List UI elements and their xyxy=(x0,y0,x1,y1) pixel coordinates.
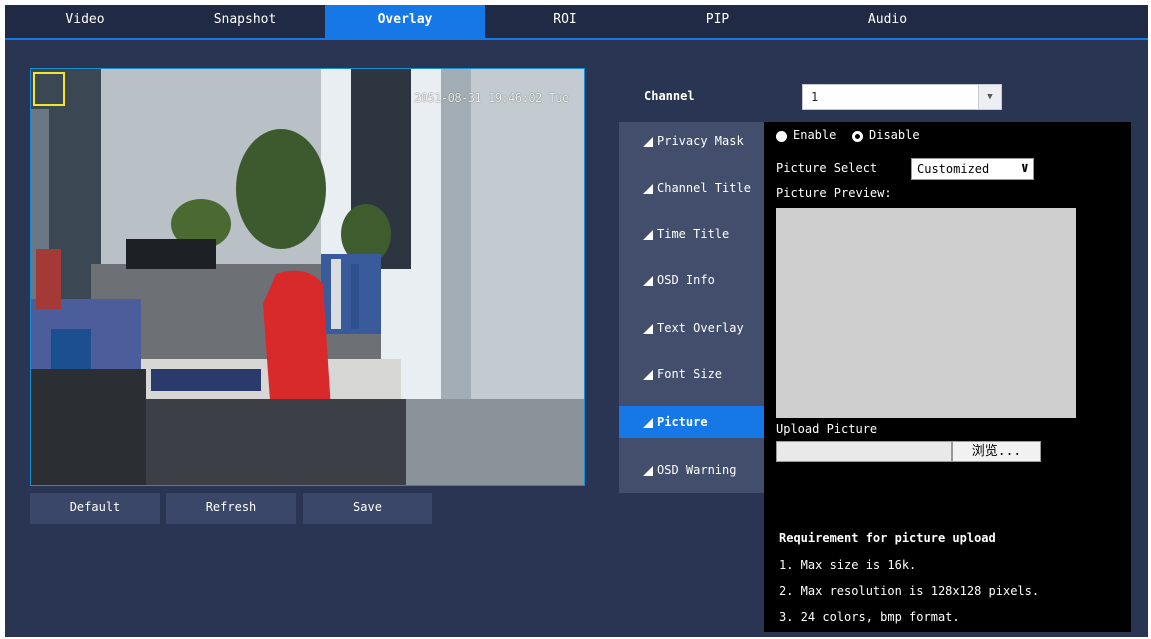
tab-overlay[interactable]: Overlay xyxy=(325,5,485,38)
menu-item-label: Picture xyxy=(657,415,708,429)
app-window: Video Snapshot Overlay ROI PIP Audio 205… xyxy=(5,5,1148,637)
upload-picture-label: Upload Picture xyxy=(776,422,878,436)
browse-button[interactable]: 浏览... xyxy=(952,441,1041,462)
save-button[interactable]: Save xyxy=(303,493,432,524)
menu-item-label: Text Overlay xyxy=(657,321,744,335)
menu-item-label: OSD Info xyxy=(657,273,715,287)
menu-item-label: Channel Title xyxy=(657,181,751,195)
triangle-icon xyxy=(643,324,653,334)
top-tab-bar: Video Snapshot Overlay ROI PIP Audio xyxy=(5,5,1148,38)
enable-radio[interactable] xyxy=(776,131,787,142)
triangle-icon xyxy=(643,230,653,240)
tab-snapshot[interactable]: Snapshot xyxy=(165,5,325,38)
triangle-icon xyxy=(643,370,653,380)
enable-label: Enable xyxy=(793,128,837,142)
requirement-item: 3. 24 colors, bmp format. xyxy=(779,610,960,624)
menu-item-picture[interactable]: Picture xyxy=(619,406,764,438)
menu-item-label: OSD Warning xyxy=(657,463,737,477)
overlay-menu: Privacy Mask Channel Title Time Title OS… xyxy=(619,122,764,493)
menu-item-privacy-mask[interactable]: Privacy Mask xyxy=(619,125,764,157)
tab-roi[interactable]: ROI xyxy=(485,5,645,38)
disable-label: Disable xyxy=(869,128,920,142)
picture-select-label: Picture Select xyxy=(776,161,878,175)
menu-item-font-size[interactable]: Font Size xyxy=(619,358,764,390)
chevron-down-icon[interactable]: ▼ xyxy=(978,85,1001,109)
triangle-icon xyxy=(643,137,653,147)
menu-item-label: Font Size xyxy=(657,367,723,381)
menu-item-osd-info[interactable]: OSD Info xyxy=(619,264,764,296)
disable-radio[interactable] xyxy=(852,131,863,142)
picture-settings-panel: Enable Disable Picture Select Customized… xyxy=(764,122,1131,632)
osd-timestamp: 2051-08-31 19:46:02 Tue xyxy=(414,91,569,105)
triangle-icon xyxy=(643,184,653,194)
chevron-down-icon: ∨ xyxy=(1020,160,1029,176)
triangle-icon xyxy=(643,466,653,476)
triangle-icon xyxy=(643,418,653,428)
requirement-item: 2. Max resolution is 128x128 pixels. xyxy=(779,584,1040,598)
camera-scene-image xyxy=(31,69,584,485)
refresh-button[interactable]: Refresh xyxy=(166,493,296,524)
menu-item-label: Privacy Mask xyxy=(657,134,744,148)
channel-select-value: 1 xyxy=(811,90,819,104)
tab-audio[interactable]: Audio xyxy=(790,5,985,38)
picture-preview-label: Picture Preview: xyxy=(776,186,892,200)
channel-select[interactable]: 1 ▼ xyxy=(802,84,1002,110)
picture-select-dropdown[interactable]: Customized ∨ xyxy=(911,158,1034,180)
video-preview: 2051-08-31 19:46:02 Tue xyxy=(30,68,585,486)
picture-preview-box xyxy=(776,208,1076,418)
menu-item-time-title[interactable]: Time Title xyxy=(619,218,764,250)
tab-video[interactable]: Video xyxy=(5,5,165,38)
channel-label: Channel xyxy=(644,89,695,103)
menu-item-osd-warning[interactable]: OSD Warning xyxy=(619,454,764,486)
triangle-icon xyxy=(643,276,653,286)
menu-item-label: Time Title xyxy=(657,227,730,241)
upload-file-field[interactable] xyxy=(776,441,952,462)
requirement-item: 1. Max size is 16k. xyxy=(779,558,917,572)
tab-underline xyxy=(5,38,1148,40)
picture-select-value: Customized xyxy=(917,162,990,176)
privacy-mask-box[interactable] xyxy=(33,72,65,106)
menu-item-channel-title[interactable]: Channel Title xyxy=(619,172,764,204)
tab-pip[interactable]: PIP xyxy=(645,5,790,38)
menu-item-text-overlay[interactable]: Text Overlay xyxy=(619,312,764,344)
requirements-title: Requirement for picture upload xyxy=(779,531,996,545)
default-button[interactable]: Default xyxy=(30,493,160,524)
